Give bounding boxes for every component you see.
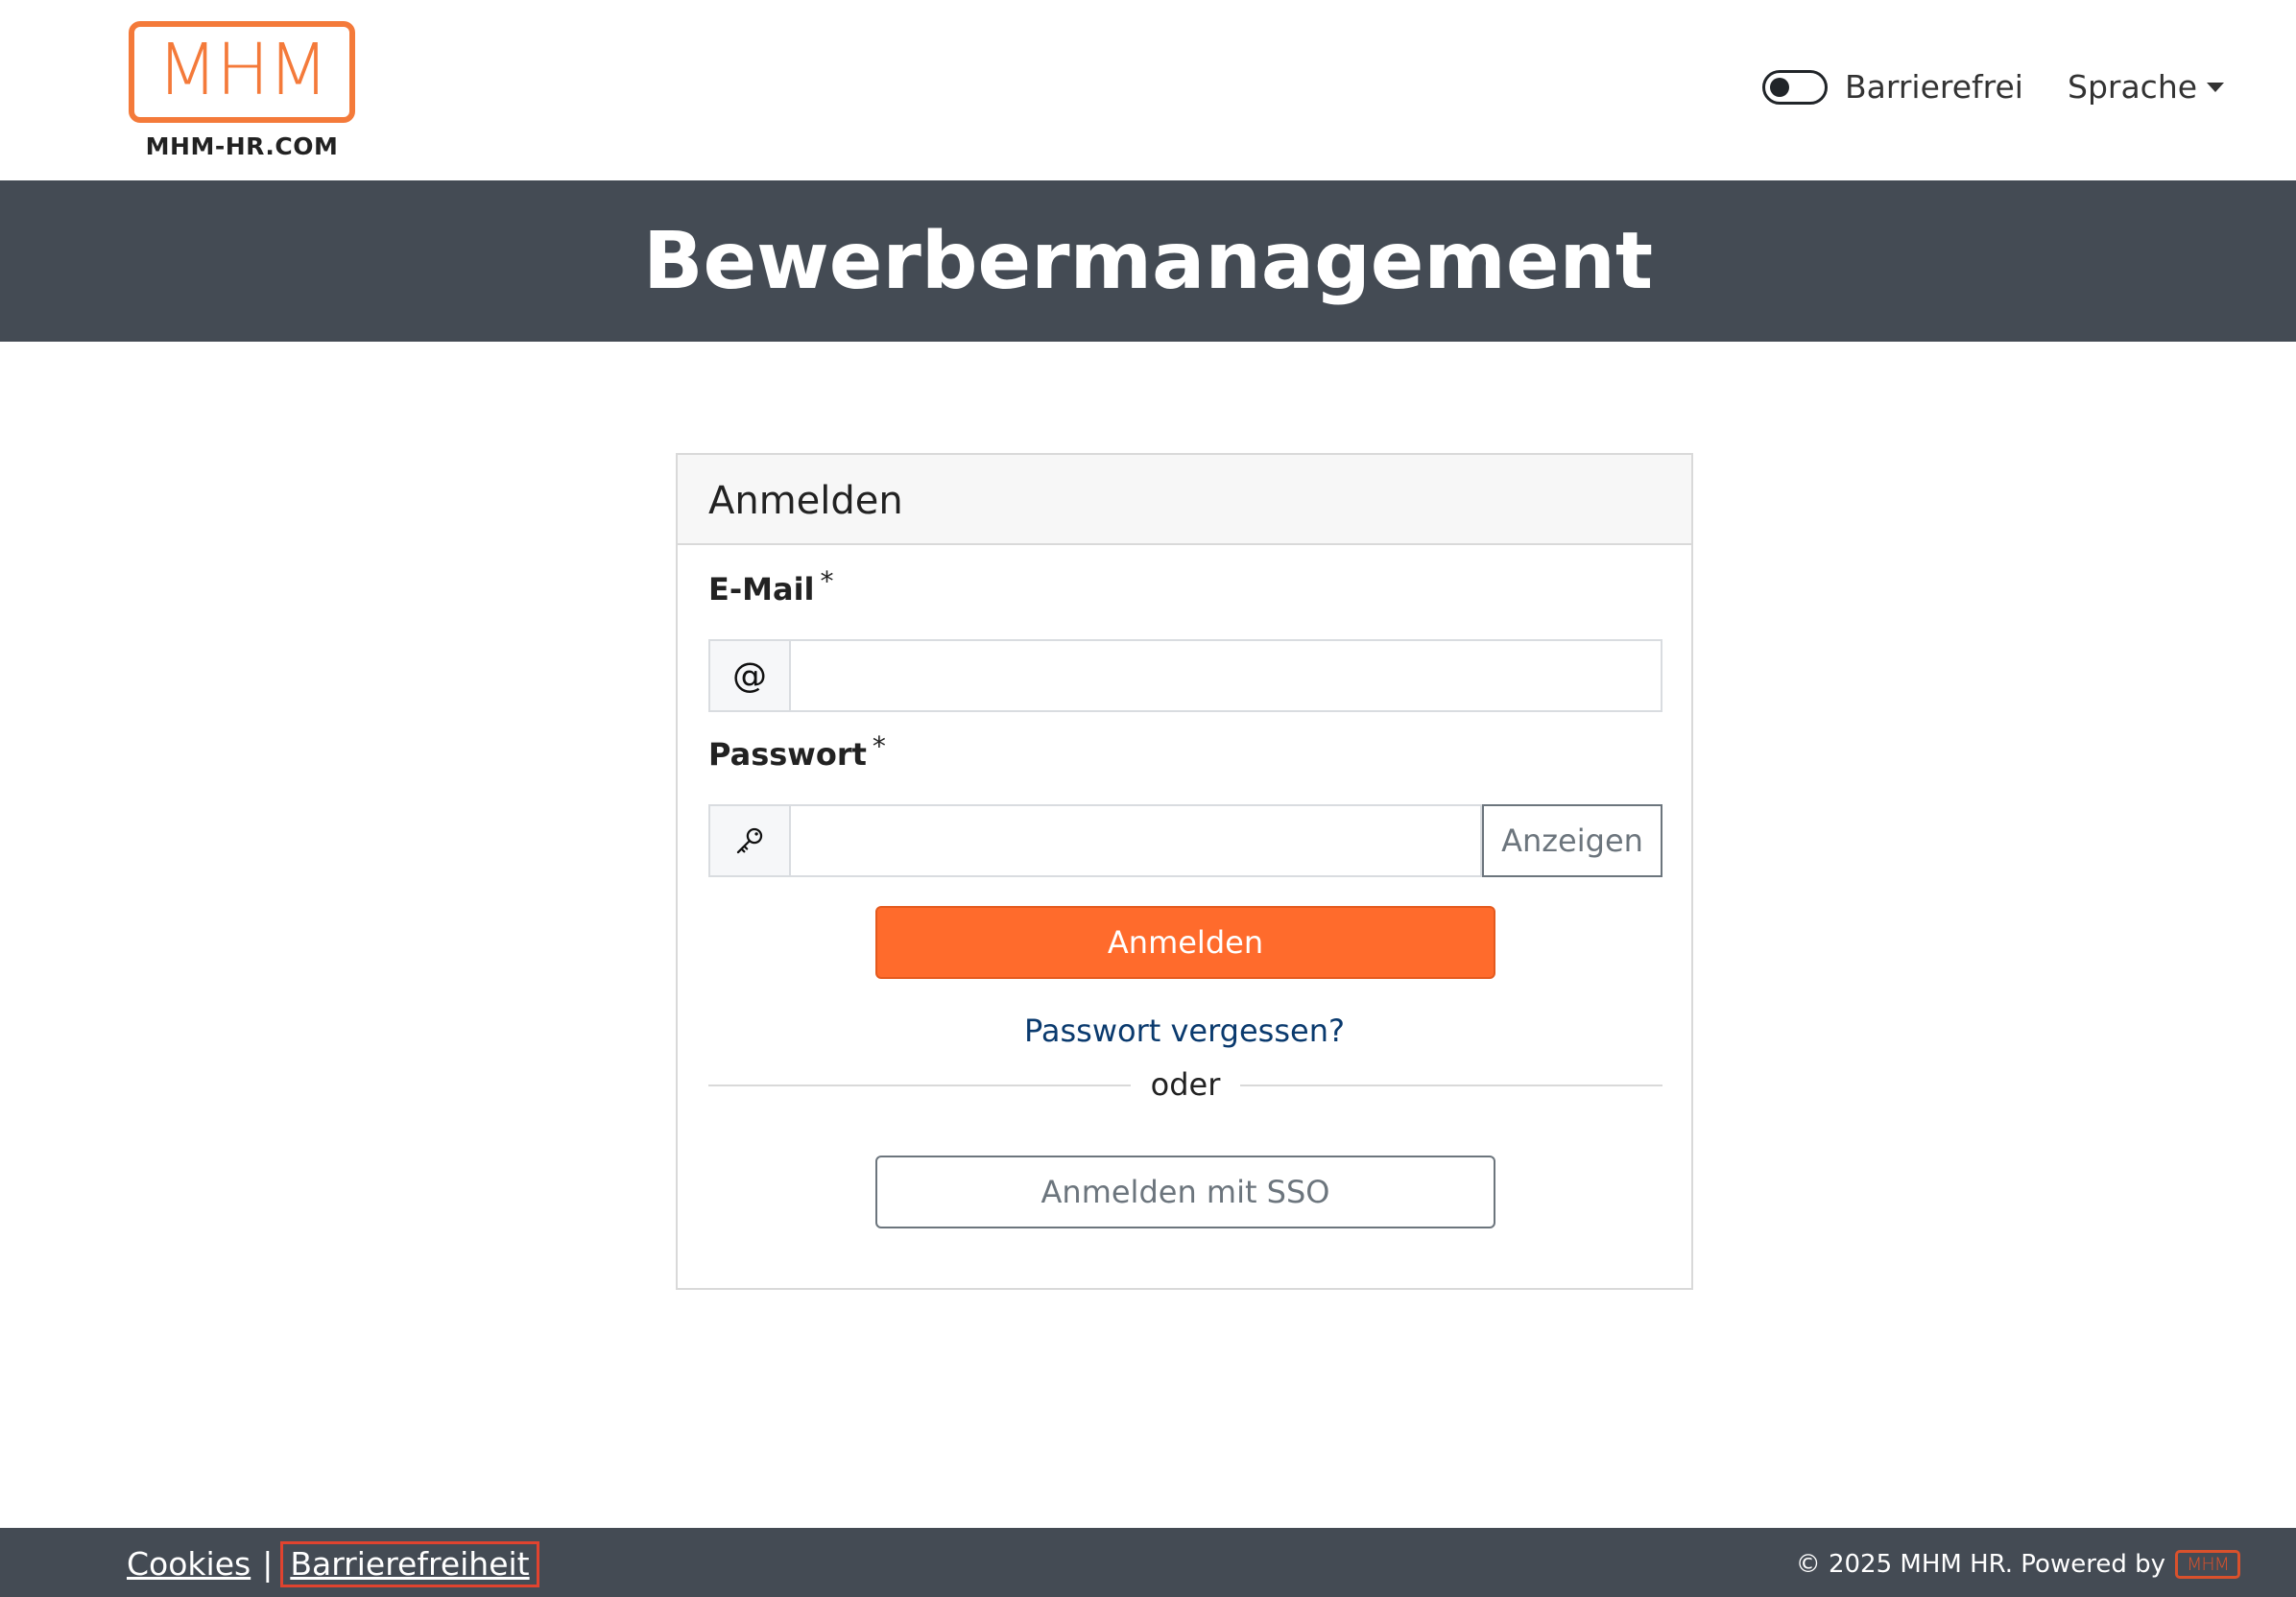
caret-down-icon [2207, 83, 2225, 92]
logo-caption: MHM-HR.COM [145, 132, 339, 160]
mhm-logo[interactable]: MHM MHM-HR.COM [127, 19, 357, 161]
footer-separator: | [262, 1545, 274, 1583]
language-dropdown[interactable]: Sprache [2068, 67, 2225, 107]
toggle-knob [1770, 78, 1789, 97]
login-card-header: Anmelden [678, 455, 1691, 545]
email-input-group: @ [708, 639, 1662, 712]
page-banner: Bewerbermanagement [0, 180, 2296, 342]
language-dropdown-label: Sprache [2068, 68, 2198, 106]
cookies-link[interactable]: Cookies [127, 1545, 251, 1584]
at-sign-icon: @ [708, 639, 789, 712]
copyright-text: © 2025 MHM HR. Powered by [1795, 1550, 2165, 1579]
page-footer: Cookies | Barrierefreiheit © 2025 MHM HR… [0, 1528, 2296, 1597]
password-input-group: Anzeigen [708, 804, 1662, 877]
login-card-title: Anmelden [708, 479, 903, 523]
email-label-text: E-Mail [708, 571, 815, 608]
powered-by-logo[interactable]: MHM [2175, 1550, 2240, 1579]
email-label: E-Mail * [708, 565, 834, 610]
key-icon-svg [736, 827, 763, 854]
login-button[interactable]: Anmelden [875, 906, 1495, 979]
login-card: Anmelden E-Mail * @ Passwort * Anzeigen An… [676, 453, 1693, 1290]
accessibility-toggle[interactable]: Barrierefrei [1762, 67, 2023, 107]
at-sign-glyph: @ [732, 655, 767, 696]
show-password-button[interactable]: Anzeigen [1482, 804, 1662, 877]
top-navbar: MHM MHM-HR.COM Barrierefrei Sprache [0, 0, 2296, 180]
password-input[interactable] [789, 804, 1482, 877]
page-title: Bewerbermanagement [642, 215, 1654, 307]
email-required-mark: * [820, 565, 834, 597]
accessibility-toggle-label: Barrierefrei [1845, 68, 2023, 106]
password-label-text: Passwort [708, 736, 867, 773]
sso-login-button[interactable]: Anmelden mit SSO [875, 1156, 1495, 1228]
password-label: Passwort * [708, 730, 886, 775]
key-icon [708, 804, 789, 877]
divider-label: oder [1150, 1066, 1221, 1103]
toggle-switch[interactable] [1762, 70, 1828, 105]
email-input[interactable] [789, 639, 1662, 712]
or-divider: oder [708, 1065, 1662, 1104]
forgot-password-link[interactable]: Passwort vergessen? [678, 1012, 1691, 1050]
password-required-mark: * [872, 730, 886, 762]
footer-copyright: © 2025 MHM HR. Powered by MHM [1796, 1545, 2240, 1584]
footer-links: Cookies | Barrierefreiheit [127, 1541, 539, 1587]
logo-letters: MHM [156, 29, 328, 111]
accessibility-link[interactable]: Barrierefreiheit [280, 1541, 539, 1587]
